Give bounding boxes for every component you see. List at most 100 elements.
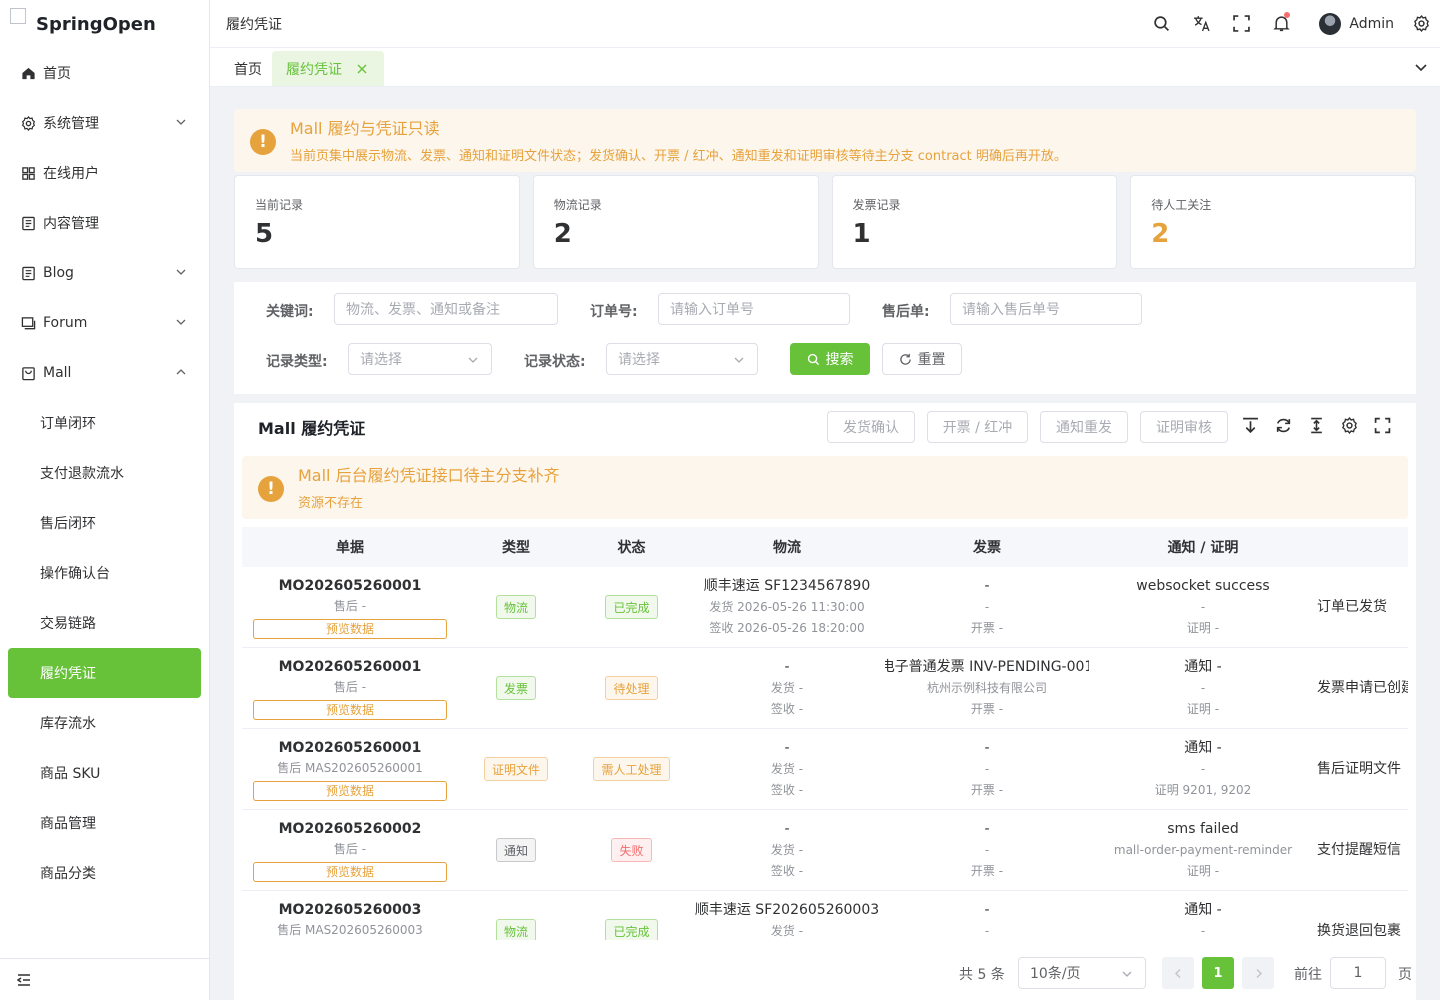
sidebar-item-内容管理[interactable]: 内容管理	[0, 198, 209, 248]
sidebar-subitem[interactable]: 订单闭环	[0, 398, 209, 448]
menu-fold-icon	[17, 973, 30, 986]
column-header: 类型	[502, 540, 530, 556]
search-button[interactable]: 搜索	[790, 343, 870, 375]
sidebar-subitem[interactable]: 商品管理	[0, 798, 209, 848]
logo[interactable]: SpringOpen	[0, 0, 209, 48]
sidebar-subitem[interactable]: 支付退款流水	[0, 448, 209, 498]
logistics-line: 签收 -	[770, 863, 804, 878]
sidebar-subitem[interactable]: 商品 SKU	[0, 748, 209, 798]
sidebar-item-label: Blog	[43, 265, 74, 281]
tab-home[interactable]: 首页	[224, 51, 272, 86]
type-cell: 发票	[458, 648, 574, 728]
status-cell: 已完成	[574, 891, 689, 940]
sidebar-item-首页[interactable]: 首页	[0, 48, 209, 98]
sidebar-subitem[interactable]: 交易链路	[0, 598, 209, 648]
language-button[interactable]	[1181, 0, 1221, 48]
logistics-line: 顺丰速运 SF1234567890	[703, 577, 871, 594]
status-badge: 已完成	[605, 595, 658, 619]
table-row: MO202605260001 售后 - 预览数据 发票 待处理 - 发货 - 签收 - 电子普通…	[242, 648, 1408, 729]
collapse-sidebar-button[interactable]	[0, 958, 209, 1000]
order-number[interactable]: MO202605260003	[279, 900, 422, 920]
sidebar-item-系统管理[interactable]: 系统管理	[0, 98, 209, 148]
notify-line: -	[1200, 761, 1206, 776]
type-tag: 证明文件	[483, 757, 548, 781]
notify-cell: sms failed mall-order-payment-reminder 证明 …	[1089, 810, 1317, 890]
notifications-button[interactable]	[1261, 0, 1301, 48]
button-label: 重置	[917, 352, 946, 368]
sidebar-subitem[interactable]: 售后闭环	[0, 498, 209, 548]
goto-page-input[interactable]: 1	[1330, 957, 1386, 989]
page-number-current[interactable]: 1	[1202, 957, 1234, 989]
notify-line: 证明 -	[1186, 701, 1220, 716]
logistics-cell: 顺丰速运 SF202605260003发货 -签收 -	[689, 891, 885, 940]
column-height-icon[interactable]	[1308, 417, 1325, 434]
type-cell: 物流	[458, 567, 574, 647]
settings-button[interactable]	[1406, 0, 1436, 48]
invoice-line: 电子普通发票 INV-PENDING-001	[885, 658, 1089, 675]
type-cell: 物流	[458, 891, 574, 940]
prev-page-button[interactable]	[1162, 957, 1194, 989]
sidebar-subitem[interactable]: 库存流水	[0, 698, 209, 748]
search-button[interactable]	[1141, 0, 1181, 48]
remark-text: 售后证明文件	[1317, 760, 1401, 777]
close-icon[interactable]	[356, 63, 368, 75]
fullscreen-button[interactable]	[1221, 0, 1261, 48]
chevron-up-icon	[176, 369, 186, 375]
status-label: 记录状态:	[524, 354, 586, 370]
order-number[interactable]: MO202605260001	[279, 738, 422, 758]
breadcrumb[interactable]: 履约凭证	[210, 14, 1141, 34]
keyword-input[interactable]: 物流、发票、通知或备注	[334, 293, 558, 325]
sidebar-item-label: 操作确认台	[40, 566, 110, 582]
column-header: 物流	[773, 540, 801, 556]
sidebar-subitem[interactable]: 商品分类	[0, 848, 209, 898]
page-size-select[interactable]: 10条/页	[1018, 957, 1146, 989]
tab-fulfillment[interactable]: 履约凭证	[272, 51, 384, 86]
notify-line: mall-order-payment-reminder	[1113, 842, 1293, 857]
order-number[interactable]: MO202605260002	[279, 819, 422, 839]
sidebar-item-在线用户[interactable]: 在线用户	[0, 148, 209, 198]
status-select[interactable]: 请选择	[606, 343, 758, 375]
sidebar-subitem[interactable]: 履约凭证	[8, 648, 201, 698]
logistics-line: 发货 -	[770, 923, 804, 938]
logistics-line: 顺丰速运 SF202605260003	[694, 901, 880, 918]
aftersale-input[interactable]: 请输入售后单号	[950, 293, 1142, 325]
action-button[interactable]: 证明审核	[1140, 411, 1228, 443]
type-tag: 物流	[495, 919, 536, 940]
action-button[interactable]: 开票 / 红冲	[927, 411, 1028, 443]
order-number[interactable]: MO202605260001	[279, 576, 422, 596]
action-button[interactable]: 发货确认	[827, 411, 915, 443]
doc-cell: MO202605260003售后 MAS202605260003预览数据	[242, 891, 458, 940]
type-select[interactable]: 请选择	[348, 343, 492, 375]
user-menu[interactable]: Admin	[1301, 12, 1406, 35]
action-button[interactable]: 通知重发	[1040, 411, 1128, 443]
remark-cell: 发票申请已创建	[1317, 648, 1408, 728]
next-page-button[interactable]	[1242, 957, 1274, 989]
order-input[interactable]: 请输入订单号	[658, 293, 850, 325]
export-icon[interactable]	[1242, 417, 1259, 434]
document-icon	[20, 215, 36, 231]
type-cell: 证明文件	[458, 729, 574, 809]
sidebar-item-blog[interactable]: Blog	[0, 248, 209, 298]
stat-value: 5	[255, 219, 274, 249]
sidebar-item-forum[interactable]: Forum	[0, 298, 209, 348]
alert-description: 当前页集中展示物流、发票、通知和证明文件状态；发货确认、开票 / 红冲、通知重发…	[290, 149, 1067, 164]
gear-icon	[20, 115, 36, 131]
aftersale-number: 售后 MAS202605260003	[277, 922, 423, 937]
sidebar-item-label: 商品 SKU	[40, 766, 101, 782]
settings-icon[interactable]	[1341, 417, 1358, 434]
aftersale-number: 售后 -	[333, 598, 367, 613]
invoice-cell: 电子普通发票 INV-PENDING-001 杭州示例科技有限公司 开票 -	[885, 648, 1089, 728]
refresh-icon[interactable]	[1275, 417, 1292, 434]
reset-button[interactable]: 重置	[882, 343, 962, 375]
invoice-line: -	[984, 820, 990, 837]
order-number[interactable]: MO202605260001	[279, 657, 422, 677]
sidebar-item-mall[interactable]: Mall	[0, 348, 209, 398]
table-actions: 发货确认 开票 / 红冲 通知重发 证明审核	[827, 411, 1228, 443]
tabs-bar: 首页 履约凭证	[210, 48, 1440, 87]
chevron-down-icon[interactable]	[1414, 60, 1428, 74]
fullscreen-icon[interactable]	[1374, 417, 1391, 434]
remark-text: 支付提醒短信	[1317, 841, 1401, 858]
sidebar-subitem[interactable]: 操作确认台	[0, 548, 209, 598]
chevron-down-icon	[176, 119, 186, 125]
readonly-alert: ! Mall 履约与凭证只读 当前页集中展示物流、发票、通知和证明文件状态；发货…	[234, 109, 1416, 172]
